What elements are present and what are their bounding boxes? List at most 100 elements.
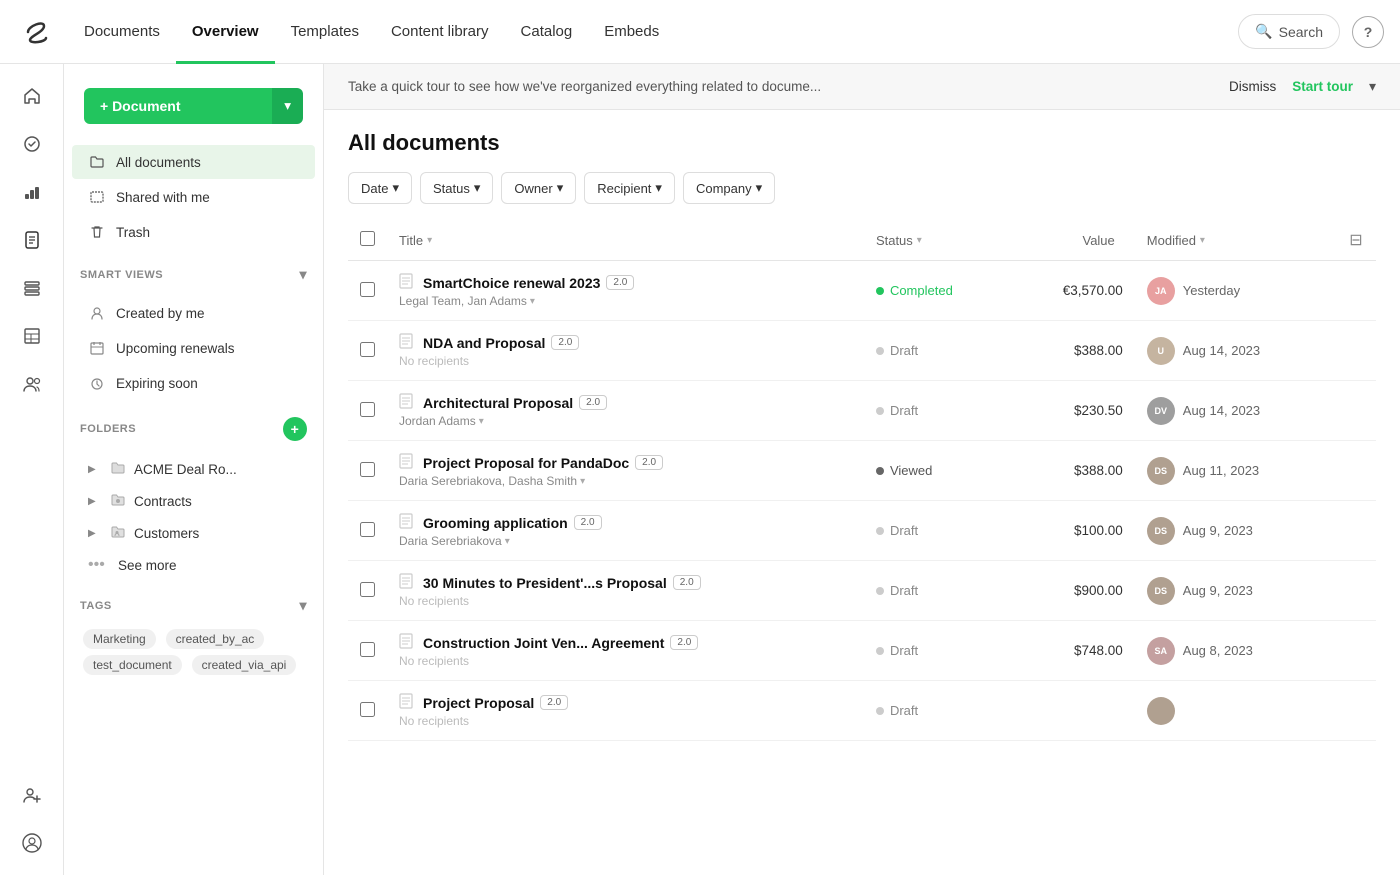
- tab-overview[interactable]: Overview: [176, 1, 275, 64]
- start-tour-button[interactable]: Start tour: [1292, 79, 1353, 94]
- filter-company[interactable]: Company ▾: [683, 172, 775, 204]
- tags-section: Marketing created_by_ac test_document cr…: [64, 618, 323, 686]
- value-header: Value: [1012, 220, 1135, 261]
- stack-icon-btn[interactable]: [12, 268, 52, 308]
- table-settings-icon[interactable]: ⊟: [1349, 232, 1362, 249]
- row-checkbox[interactable]: [360, 402, 375, 417]
- sidebar-item-expiring-soon[interactable]: Expiring soon: [72, 366, 315, 400]
- add-folder-button[interactable]: +: [283, 417, 307, 441]
- people-icon-btn[interactable]: [12, 364, 52, 404]
- row-checkbox[interactable]: [360, 462, 375, 477]
- home-icon-btn[interactable]: [12, 76, 52, 116]
- new-document-main-button[interactable]: + Document: [84, 88, 272, 124]
- doc-value-cell: $388.00: [1012, 321, 1135, 381]
- table-icon-btn[interactable]: [12, 316, 52, 356]
- tag-created-via-api[interactable]: created_via_api: [192, 655, 297, 675]
- doc-title-text[interactable]: NDA and Proposal: [423, 335, 545, 351]
- status-header[interactable]: Status ▾: [864, 220, 1012, 261]
- status-dot: [876, 407, 884, 415]
- filter-owner[interactable]: Owner ▾: [501, 172, 576, 204]
- folder-icon-contracts: [110, 492, 126, 511]
- search-button[interactable]: 🔍 Search: [1238, 14, 1340, 49]
- status-dot: [876, 287, 884, 295]
- new-document-dropdown-button[interactable]: ▾: [272, 88, 303, 124]
- sidebar-item-created-by-me[interactable]: Created by me: [72, 296, 315, 330]
- doc-title-text[interactable]: Construction Joint Ven... Agreement: [423, 635, 664, 651]
- doc-title-text[interactable]: Project Proposal: [423, 695, 534, 711]
- tab-content-library[interactable]: Content library: [375, 1, 505, 64]
- add-user-icon-btn[interactable]: [12, 775, 52, 815]
- main-nav-tabs: Documents Overview Templates Content lib…: [68, 0, 675, 63]
- status-text: Draft: [890, 523, 918, 538]
- document-icon-btn[interactable]: [12, 220, 52, 260]
- status-text: Completed: [890, 283, 953, 298]
- row-checkbox[interactable]: [360, 282, 375, 297]
- row-checkbox[interactable]: [360, 702, 375, 717]
- row-checkbox[interactable]: [360, 642, 375, 657]
- title-header[interactable]: Title ▾: [387, 220, 864, 261]
- folder-acme[interactable]: ▶ ACME Deal Ro...: [72, 454, 315, 485]
- tour-chevron-icon[interactable]: ▾: [1369, 78, 1376, 95]
- folder-icon-acme: [110, 460, 126, 479]
- doc-status-cell: Draft: [864, 321, 1012, 381]
- dismiss-button[interactable]: Dismiss: [1229, 79, 1276, 94]
- doc-title-text[interactable]: Architectural Proposal: [423, 395, 573, 411]
- doc-title-text[interactable]: SmartChoice renewal 2023: [423, 275, 600, 291]
- tour-banner: Take a quick tour to see how we've reorg…: [324, 64, 1400, 110]
- logo[interactable]: [16, 12, 56, 52]
- table-settings-header[interactable]: ⊟: [1336, 220, 1376, 261]
- doc-extra-cell: [1336, 441, 1376, 501]
- folder-customers[interactable]: ▶ Customers: [72, 518, 315, 549]
- tag-marketing[interactable]: Marketing: [83, 629, 156, 649]
- doc-title-text[interactable]: Project Proposal for PandaDoc: [423, 455, 629, 471]
- filter-recipient[interactable]: Recipient ▾: [584, 172, 675, 204]
- row-checkbox[interactable]: [360, 582, 375, 597]
- folders-header: Folders +: [64, 409, 323, 445]
- tab-documents[interactable]: Documents: [68, 1, 176, 64]
- select-all-checkbox[interactable]: [360, 231, 375, 246]
- doc-file-icon: [399, 633, 413, 652]
- doc-version-badge: 2.0: [579, 395, 607, 410]
- doc-title-text[interactable]: 30 Minutes to President'...s Proposal: [423, 575, 667, 591]
- tag-test-document[interactable]: test_document: [83, 655, 182, 675]
- tab-catalog[interactable]: Catalog: [505, 1, 589, 64]
- doc-modified-cell: DS Aug 9, 2023: [1135, 501, 1336, 561]
- chart-icon-btn[interactable]: [12, 172, 52, 212]
- modified-header[interactable]: Modified ▾: [1135, 220, 1336, 261]
- doc-title-cell: Project Proposal 2.0 No recipients: [387, 681, 864, 741]
- filter-status[interactable]: Status ▾: [420, 172, 493, 204]
- see-more-button[interactable]: ••• See more: [72, 550, 315, 580]
- doc-modified-cell: DV Aug 14, 2023: [1135, 381, 1336, 441]
- sidebar-item-upcoming-renewals[interactable]: Upcoming renewals: [72, 331, 315, 365]
- folder-customers-label: Customers: [134, 526, 199, 541]
- modified-sort-icon: ▾: [1200, 235, 1205, 246]
- sidebar-item-trash[interactable]: Trash: [72, 215, 315, 249]
- status-dot: [876, 587, 884, 595]
- sub-chevron-icon: ▾: [530, 296, 535, 307]
- upcoming-renewals-label: Upcoming renewals: [116, 341, 235, 356]
- doc-extra-cell: [1336, 681, 1376, 741]
- account-icon-btn[interactable]: [12, 823, 52, 863]
- filter-date[interactable]: Date ▾: [348, 172, 412, 204]
- sidebar-item-all-documents[interactable]: All documents: [72, 145, 315, 179]
- check-icon-btn[interactable]: [12, 124, 52, 164]
- folder-icon-customers: [110, 524, 126, 543]
- doc-value-cell: $748.00: [1012, 621, 1135, 681]
- tab-embeds[interactable]: Embeds: [588, 1, 675, 64]
- table-row: NDA and Proposal 2.0 No recipients Draft…: [348, 321, 1376, 381]
- folder-contracts[interactable]: ▶ Contracts: [72, 486, 315, 517]
- tags-toggle[interactable]: ▾: [299, 597, 307, 614]
- sidebar-item-shared[interactable]: Shared with me: [72, 180, 315, 214]
- filter-recipient-chevron: ▾: [655, 180, 662, 196]
- smart-views-toggle[interactable]: ▾: [299, 266, 307, 283]
- help-button[interactable]: ?: [1352, 16, 1384, 48]
- tour-actions: Dismiss Start tour ▾: [1229, 78, 1376, 95]
- smart-views-section: Created by me Upcoming renewals Expiring…: [64, 287, 323, 409]
- row-checkbox[interactable]: [360, 342, 375, 357]
- row-checkbox[interactable]: [360, 522, 375, 537]
- doc-sub: No recipients: [399, 654, 852, 668]
- doc-title-text[interactable]: Grooming application: [423, 515, 568, 531]
- tag-created-by-ac[interactable]: created_by_ac: [166, 629, 265, 649]
- tab-templates[interactable]: Templates: [275, 1, 375, 64]
- doc-status-cell: Viewed: [864, 441, 1012, 501]
